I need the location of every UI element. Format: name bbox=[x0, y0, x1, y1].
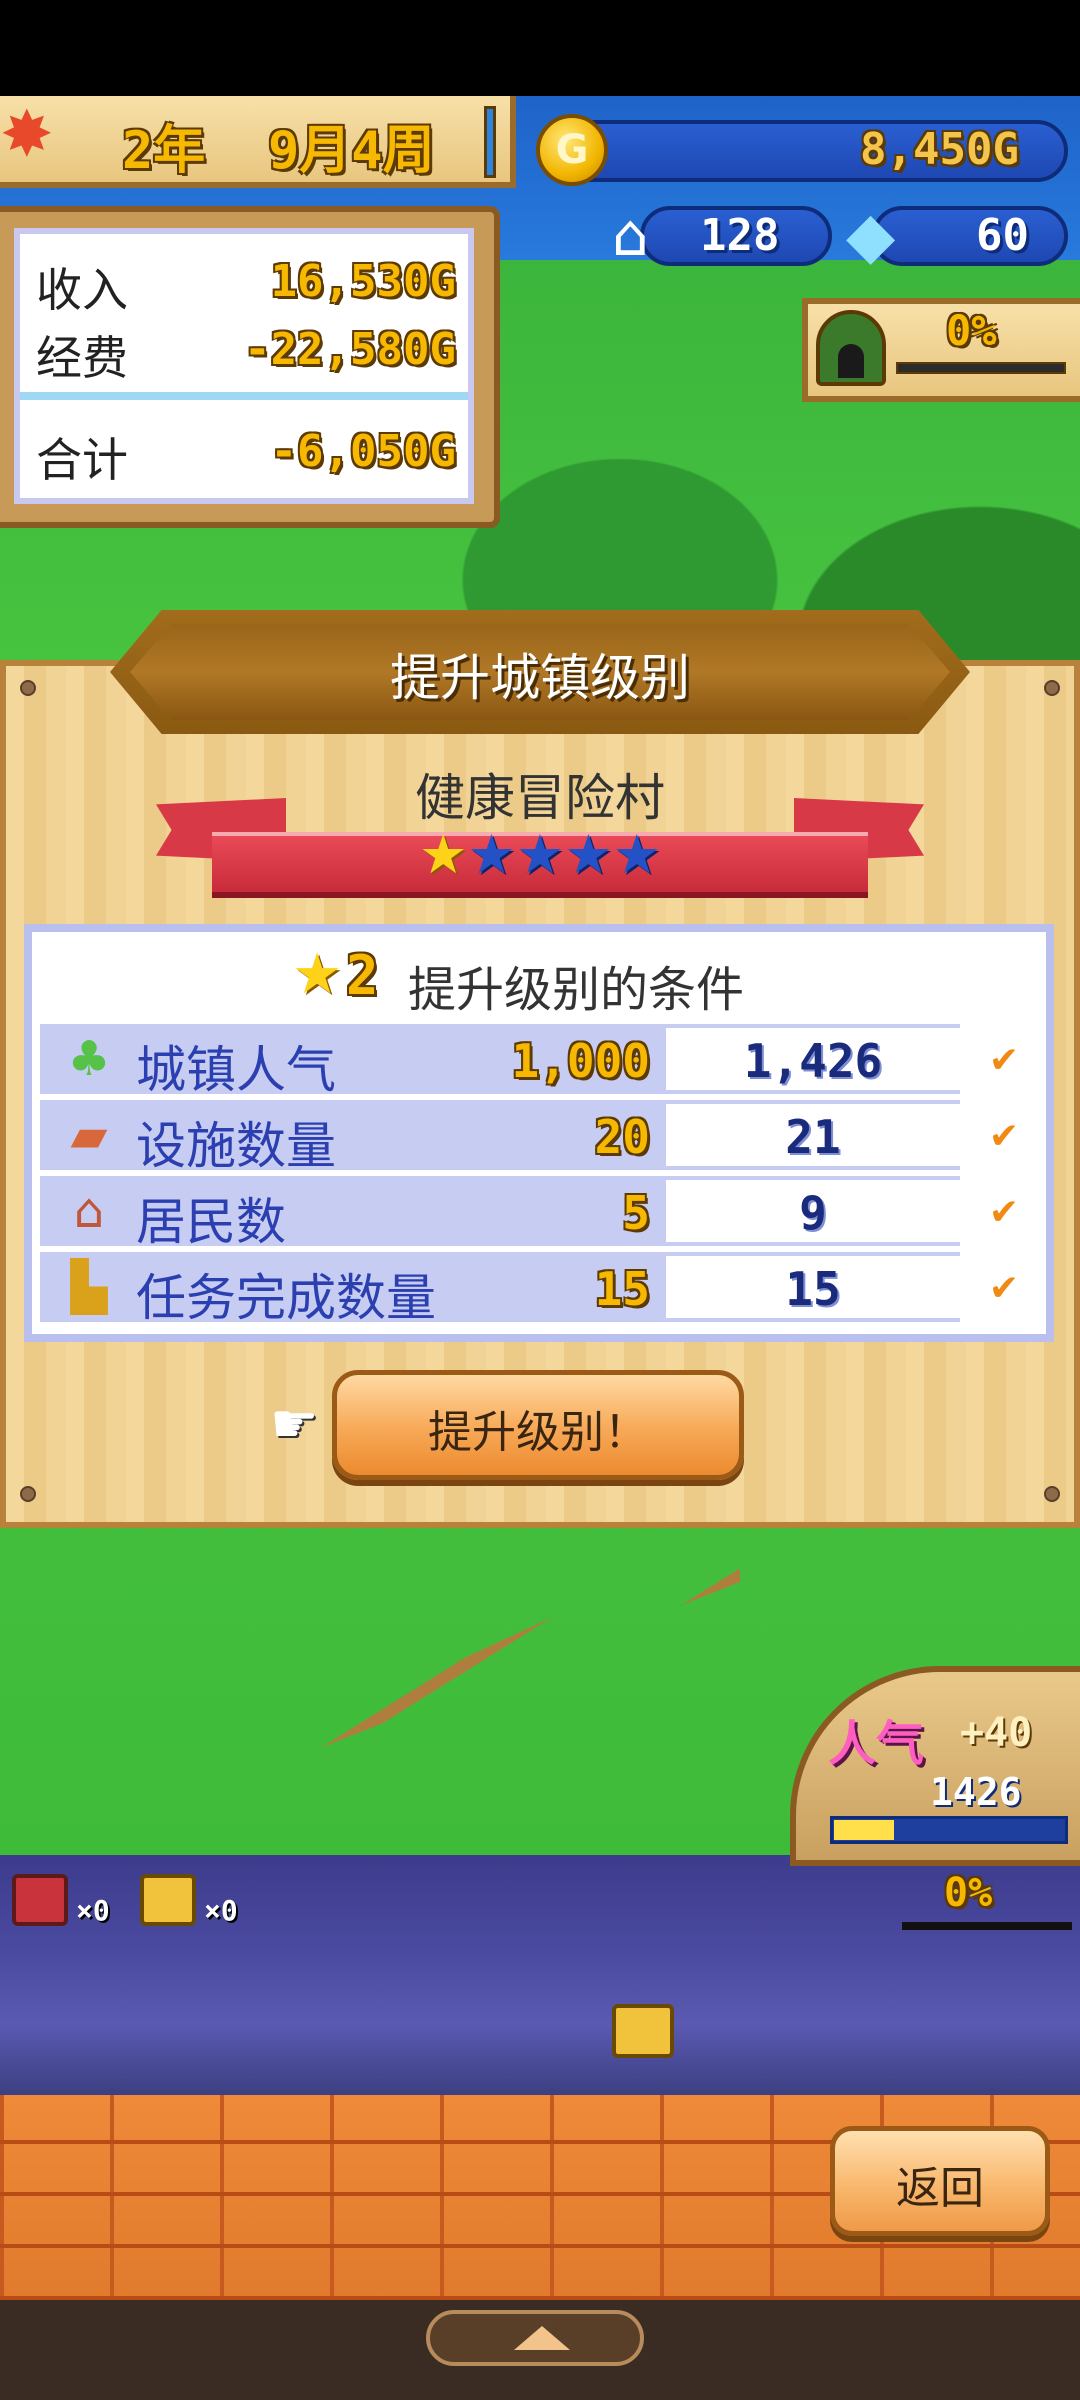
status-bar bbox=[0, 0, 1080, 96]
red-chest-count: ×0 bbox=[76, 1894, 110, 1927]
popularity-bonus: +40 bbox=[960, 1710, 1033, 1756]
bolt-decoration bbox=[20, 1486, 36, 1502]
popularity-value: 1426 bbox=[930, 1770, 1022, 1814]
forest-percent: 0% bbox=[944, 1870, 993, 1916]
expense-value: -22,580G bbox=[244, 324, 456, 375]
gold-chest-count: ×0 bbox=[204, 1894, 238, 1927]
popularity-bar-fill bbox=[834, 1820, 894, 1840]
star-empty-icon: ★ bbox=[467, 823, 516, 886]
condition-required: 20 bbox=[594, 1110, 650, 1164]
conditions-title: 提升级别的条件 bbox=[408, 962, 745, 1018]
star-empty-icon: ★ bbox=[515, 823, 565, 886]
expand-up-button[interactable] bbox=[426, 2310, 644, 2366]
popularity-label: 人气 bbox=[828, 1716, 925, 1772]
date-bar bbox=[0, 96, 516, 188]
condition-label: 居民数 bbox=[136, 1193, 286, 1251]
date-month-week: 9月4周 bbox=[268, 121, 435, 181]
gems-count: 60 bbox=[976, 210, 1029, 261]
finance-divider bbox=[20, 392, 468, 400]
check-icon: ✔ bbox=[988, 1268, 1020, 1309]
popularity-icon: ♣ bbox=[67, 1031, 111, 1087]
quest-icon: ▙ bbox=[70, 1259, 108, 1315]
date-progress-marker bbox=[484, 106, 496, 178]
cave-percent: 0% bbox=[946, 306, 997, 355]
condition-current: 15 bbox=[785, 1262, 841, 1316]
condition-required: 1,000 bbox=[511, 1034, 650, 1088]
check-icon: ✔ bbox=[988, 1192, 1020, 1233]
gold-amount: 8,450G bbox=[860, 124, 1019, 175]
income-value: 16,530G bbox=[270, 256, 456, 307]
levelup-button-label: 提升级别！ bbox=[428, 1407, 648, 1458]
back-button-label: 返回 bbox=[896, 2163, 984, 2214]
total-value: -6,050G bbox=[270, 426, 456, 477]
target-level: 2 bbox=[346, 944, 379, 1007]
gold-coin-icon: G bbox=[536, 114, 608, 186]
star-empty-icon: ★ bbox=[564, 823, 613, 886]
date-year: 2年 bbox=[122, 121, 206, 181]
treasure-chest-icon[interactable] bbox=[612, 2004, 674, 2058]
check-icon: ✔ bbox=[988, 1116, 1020, 1157]
income-label: 收入 bbox=[36, 263, 128, 317]
dialog-title: 提升城镇级别 bbox=[390, 649, 690, 707]
arrow-up-icon bbox=[514, 2326, 570, 2350]
star-icon: ★ bbox=[292, 942, 343, 1007]
condition-label: 任务完成数量 bbox=[136, 1269, 436, 1327]
condition-current: 21 bbox=[785, 1110, 841, 1164]
condition-current: 9 bbox=[799, 1186, 827, 1240]
crystal-icon: ◆ bbox=[846, 199, 896, 273]
expense-label: 经费 bbox=[36, 331, 128, 385]
star-empty-icon: ★ bbox=[612, 823, 662, 886]
forest-progress-bar bbox=[902, 1922, 1072, 1930]
condition-label: 城镇人气 bbox=[136, 1041, 336, 1099]
condition-current: 1,426 bbox=[743, 1034, 883, 1088]
red-chest-icon[interactable] bbox=[12, 1874, 68, 1926]
maple-leaf-icon: ✸ bbox=[0, 98, 54, 172]
condition-required: 15 bbox=[594, 1262, 650, 1316]
check-icon: ✔ bbox=[988, 1040, 1020, 1081]
residents-count: 128 bbox=[700, 210, 780, 261]
total-label: 合计 bbox=[36, 433, 128, 487]
bolt-decoration bbox=[20, 680, 36, 696]
facility-icon: ▰ bbox=[70, 1107, 108, 1163]
cave-progress-bar bbox=[896, 362, 1066, 374]
bolt-decoration bbox=[1044, 680, 1060, 696]
town-rank-stars: ★★★★★ bbox=[212, 820, 868, 890]
condition-required: 5 bbox=[622, 1186, 650, 1240]
house-icon: ⌂ bbox=[73, 1183, 105, 1239]
condition-label: 设施数量 bbox=[136, 1117, 336, 1175]
cave-icon bbox=[816, 310, 886, 386]
star-filled-icon: ★ bbox=[418, 823, 468, 886]
pointing-hand-icon: ☛ bbox=[270, 1392, 319, 1455]
house-icon: ⌂ bbox=[612, 201, 649, 269]
gold-chest-icon[interactable] bbox=[140, 1874, 196, 1926]
bolt-decoration bbox=[1044, 1486, 1060, 1502]
